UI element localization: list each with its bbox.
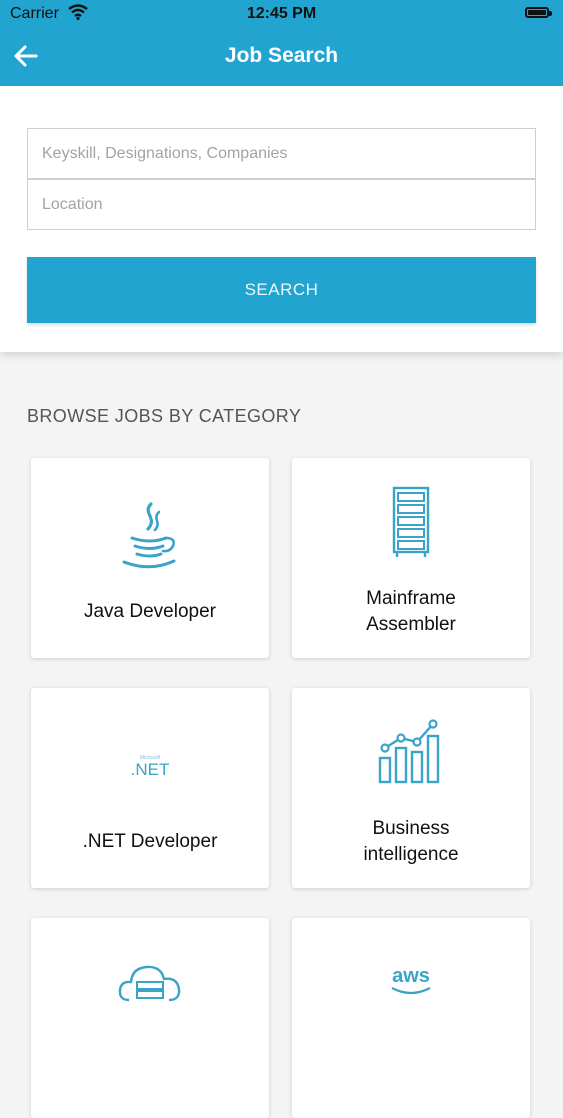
server-rack-icon bbox=[292, 486, 530, 558]
category-label: Java Developer bbox=[83, 601, 217, 622]
aws-smile-icon bbox=[391, 987, 431, 995]
category-label: .NET Developer bbox=[82, 831, 218, 852]
category-label: Business intelligence bbox=[363, 818, 459, 865]
aws-logo-text: aws bbox=[392, 965, 430, 987]
dotnet-icon: Microsoft .NET bbox=[31, 756, 269, 779]
clock-time: 12:45 PM bbox=[246, 5, 317, 22]
bar-chart-icon bbox=[292, 718, 530, 784]
search-panel: SEARCH bbox=[0, 86, 563, 352]
nav-bar: Job Search bbox=[0, 28, 563, 86]
section-title: BROWSE JOBS BY CATEGORY bbox=[27, 406, 302, 426]
category-card-cloud[interactable] bbox=[31, 918, 269, 1118]
dotnet-logo-text: .NET bbox=[130, 760, 170, 779]
category-label: Mainframe Assembler bbox=[366, 588, 456, 635]
battery-icon bbox=[525, 7, 552, 18]
location-input[interactable] bbox=[27, 179, 536, 230]
keyskill-input[interactable] bbox=[27, 128, 536, 179]
page-title: Job Search bbox=[224, 44, 339, 67]
category-card-java-developer[interactable]: Java Developer bbox=[31, 458, 269, 658]
status-bar: Carrier 12:45 PM bbox=[0, 0, 563, 28]
search-button[interactable]: SEARCH bbox=[27, 257, 536, 323]
cloud-server-icon bbox=[31, 958, 269, 1002]
category-card-dotnet-developer[interactable]: Microsoft .NET .NET Developer bbox=[31, 688, 269, 888]
aws-icon: aws bbox=[292, 966, 530, 996]
java-icon bbox=[31, 500, 269, 572]
category-card-business-intelligence[interactable]: Business intelligence bbox=[292, 688, 530, 888]
category-card-mainframe-assembler[interactable]: Mainframe Assembler bbox=[292, 458, 530, 658]
category-card-aws[interactable]: aws bbox=[292, 918, 530, 1118]
